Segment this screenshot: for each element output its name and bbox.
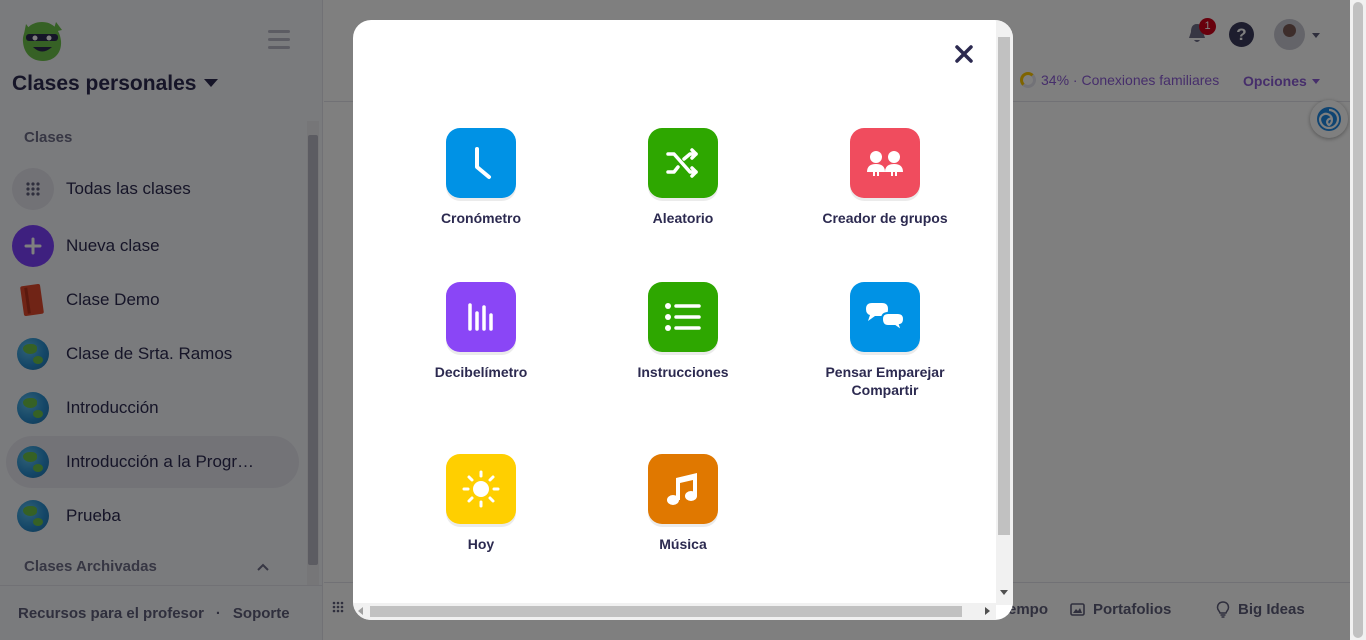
- tool-think-pair-share[interactable]: Pensar Emparejar Compartir: [805, 282, 965, 399]
- modal-vertical-scrollbar[interactable]: [996, 20, 1013, 605]
- group-maker-icon: [850, 128, 920, 198]
- sun-icon: [446, 454, 516, 524]
- scroll-right-arrow-icon[interactable]: [985, 607, 990, 615]
- tool-music[interactable]: Música: [603, 454, 763, 553]
- tool-directions[interactable]: Instrucciones: [603, 282, 763, 381]
- tool-label: Música: [659, 536, 707, 552]
- directions-list-icon: [648, 282, 718, 352]
- shuffle-icon: [648, 128, 718, 198]
- close-icon[interactable]: [953, 43, 975, 65]
- tool-label: Instrucciones: [637, 364, 729, 380]
- tool-label: Decibelímetro: [434, 364, 528, 380]
- modal-horizontal-scrollbar-thumb[interactable]: [370, 606, 962, 617]
- scroll-down-arrow-icon[interactable]: [1000, 590, 1008, 595]
- page-scrollbar-thumb[interactable]: [1353, 2, 1363, 638]
- tool-group-maker[interactable]: Creador de grupos: [805, 128, 965, 227]
- tool-label: Creador de grupos: [822, 210, 948, 226]
- tool-label: Cronómetro: [440, 210, 522, 226]
- think-pair-share-icon: [850, 282, 920, 352]
- tool-random[interactable]: Aleatorio: [603, 128, 763, 227]
- tool-label: Hoy: [467, 536, 495, 552]
- scroll-left-arrow-icon[interactable]: [358, 607, 363, 615]
- tool-timer[interactable]: Cronómetro: [401, 128, 561, 227]
- page-scrollbar[interactable]: [1350, 0, 1366, 640]
- tool-label: Aleatorio: [652, 210, 714, 226]
- noise-meter-icon: [446, 282, 516, 352]
- modal-vertical-scrollbar-thumb[interactable]: [998, 37, 1010, 535]
- modal-horizontal-scrollbar[interactable]: [353, 603, 996, 620]
- music-note-icon: [648, 454, 718, 524]
- toolkit-modal: Cronómetro Aleatorio Creador de grupos D…: [353, 20, 1013, 620]
- tool-noise-meter[interactable]: Decibelímetro: [401, 282, 561, 381]
- tool-label: Pensar Emparejar Compartir: [825, 364, 945, 398]
- stopwatch-icon: [446, 128, 516, 198]
- tool-today[interactable]: Hoy: [401, 454, 561, 553]
